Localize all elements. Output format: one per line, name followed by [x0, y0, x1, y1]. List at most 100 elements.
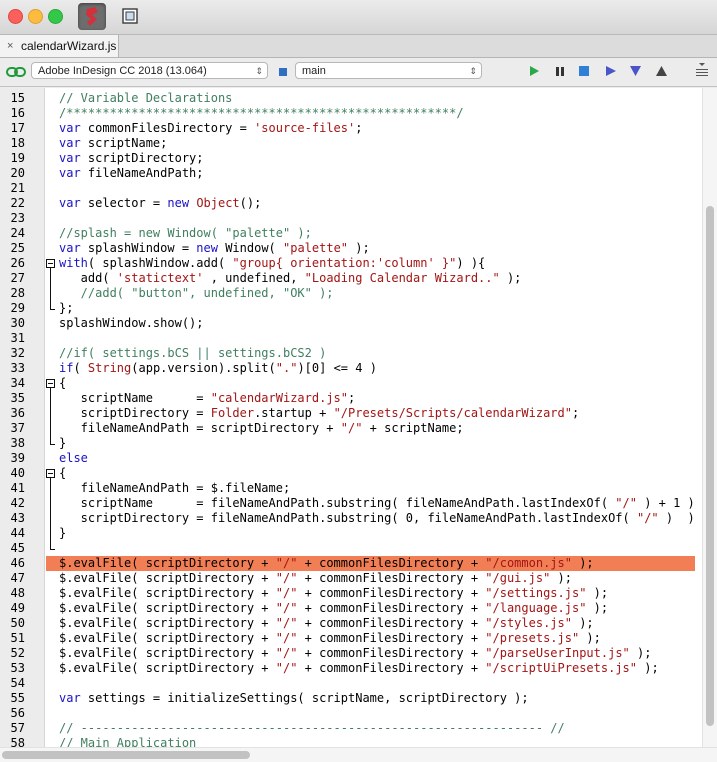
code-line[interactable]: 16 /*************************************…: [0, 106, 700, 121]
code-text: $.evalFile( scriptDirectory + "/" + comm…: [59, 571, 572, 585]
code-line[interactable]: 44}: [0, 526, 700, 541]
engine-select[interactable]: main ⇕: [295, 62, 482, 79]
code-line[interactable]: 15 // Variable Declarations: [0, 91, 700, 106]
line-number: 45: [10, 541, 25, 555]
fold-guide: [50, 481, 51, 496]
code-line[interactable]: 53 $.evalFile( scriptDirectory + "/" + co…: [0, 661, 700, 676]
code-line[interactable]: 20 var fileNameAndPath;: [0, 166, 700, 181]
target-application-select[interactable]: Adobe InDesign CC 2018 (13.064) ⇕: [31, 62, 268, 79]
code-text: scriptName = fileNameAndPath.substring( …: [59, 496, 695, 510]
code-line[interactable]: 37 fileNameAndPath = scriptDirectory + "…: [0, 421, 700, 436]
code-line[interactable]: 25 var splashWindow = new Window( "palett…: [0, 241, 700, 256]
line-number: 17: [10, 121, 25, 135]
engine-icon: [279, 68, 287, 76]
code-text: if( String(app.version).split(".")[0] <=…: [59, 361, 377, 375]
tab-calendarwizard[interactable]: × calendarWizard.js: [0, 35, 119, 57]
code-line[interactable]: 54: [0, 676, 700, 691]
code-line[interactable]: 46 $.evalFile( scriptDirectory + "/" + co…: [0, 556, 700, 571]
code-line[interactable]: 31: [0, 331, 700, 346]
close-tab-icon[interactable]: ×: [7, 35, 13, 57]
line-number: 35: [10, 391, 25, 405]
line-number: 44: [10, 526, 25, 540]
code-line[interactable]: 56: [0, 706, 700, 721]
code-line[interactable]: 29};: [0, 301, 700, 316]
code-line[interactable]: 52 $.evalFile( scriptDirectory + "/" + co…: [0, 646, 700, 661]
target-application-value: Adobe InDesign CC 2018 (13.064): [38, 65, 207, 77]
code-line[interactable]: 18 var scriptName;: [0, 136, 700, 151]
code-editor[interactable]: 15 // Variable Declarations 16 /***********…: [0, 88, 717, 762]
panel-menu-icon[interactable]: [695, 61, 709, 81]
code-text: }: [59, 436, 67, 450]
code-line[interactable]: 45: [0, 541, 700, 556]
code-line[interactable]: 19 var scriptDirectory;: [0, 151, 700, 166]
code-line[interactable]: 35 scriptName = "calendarWizard.js";: [0, 391, 700, 406]
code-line[interactable]: 27 add( 'statictext' , undefined, "Loadi…: [0, 271, 700, 286]
code-line[interactable]: 48 $.evalFile( scriptDirectory + "/" + co…: [0, 586, 700, 601]
code-line[interactable]: 47 $.evalFile( scriptDirectory + "/" + co…: [0, 571, 700, 586]
code-text: var fileNameAndPath;: [59, 166, 204, 180]
step-over-icon[interactable]: [605, 65, 617, 77]
fold-toggle-icon[interactable]: [46, 469, 55, 478]
chevron-updown-icon: ⇕: [469, 66, 477, 76]
link-icon[interactable]: [6, 66, 26, 78]
close-window-button[interactable]: [8, 9, 23, 24]
line-number: 32: [10, 346, 25, 360]
fold-toggle-icon[interactable]: [46, 379, 55, 388]
line-number: 50: [10, 616, 25, 630]
code-line[interactable]: 40 {: [0, 466, 700, 481]
zoom-window-button[interactable]: [48, 9, 63, 24]
step-into-icon[interactable]: [629, 65, 642, 77]
code-line[interactable]: 39 else: [0, 451, 700, 466]
fold-toggle-icon[interactable]: [46, 259, 55, 268]
code-text: $.evalFile( scriptDirectory + "/" + comm…: [59, 601, 609, 615]
panels-icon: [122, 8, 138, 24]
line-number: 51: [10, 631, 25, 645]
fold-guide: [50, 436, 51, 444]
code-line[interactable]: 38}: [0, 436, 700, 451]
horizontal-scrollbar[interactable]: [0, 747, 717, 762]
line-number: 55: [10, 691, 25, 705]
panels-toggle-button[interactable]: [116, 3, 144, 30]
pause-icon[interactable]: [554, 65, 566, 77]
code-line[interactable]: 28 //add( "button", undefined, "OK" );: [0, 286, 700, 301]
code-line[interactable]: 33 if( String(app.version).split(".")[0] …: [0, 361, 700, 376]
extendscript-app-button[interactable]: [78, 3, 106, 30]
code-line[interactable]: 55 var settings = initializeSettings( scr…: [0, 691, 700, 706]
code-line[interactable]: 34 {: [0, 376, 700, 391]
code-text: $.evalFile( scriptDirectory + "/" + comm…: [59, 556, 594, 570]
code-line[interactable]: 26 with( splashWindow.add( "group{ orient…: [0, 256, 700, 271]
step-out-icon[interactable]: [655, 65, 668, 77]
code-text: {: [59, 376, 67, 390]
line-number: 23: [10, 211, 25, 225]
document-tab-bar: × calendarWizard.js: [0, 35, 717, 58]
code-line[interactable]: 21: [0, 181, 700, 196]
code-line[interactable]: 50 $.evalFile( scriptDirectory + "/" + co…: [0, 616, 700, 631]
line-number: 18: [10, 136, 25, 150]
code-line[interactable]: 23: [0, 211, 700, 226]
code-line[interactable]: 17 var commonFilesDirectory = 'source-fil…: [0, 121, 700, 136]
code-text: fileNameAndPath = scriptDirectory + "/" …: [59, 421, 464, 435]
code-line[interactable]: 51 $.evalFile( scriptDirectory + "/" + co…: [0, 631, 700, 646]
code-text: with( splashWindow.add( "group{ orientat…: [59, 256, 486, 270]
horizontal-scroll-thumb[interactable]: [2, 751, 250, 759]
code-line[interactable]: 41 fileNameAndPath = $.fileName;: [0, 481, 700, 496]
run-icon[interactable]: [528, 65, 540, 77]
line-number: 43: [10, 511, 25, 525]
code-text: $.evalFile( scriptDirectory + "/" + comm…: [59, 661, 659, 675]
code-line[interactable]: 32 //if( settings.bCS || settings.bCS2 ): [0, 346, 700, 361]
fold-guide: [50, 511, 51, 526]
code-line[interactable]: 30 splashWindow.show();: [0, 316, 700, 331]
code-line[interactable]: 43 scriptDirectory = fileNameAndPath.sub…: [0, 511, 700, 526]
code-line[interactable]: 24 //splash = new Window( "palette" );: [0, 226, 700, 241]
line-number: 42: [10, 496, 25, 510]
vertical-scroll-thumb[interactable]: [706, 206, 714, 726]
minimize-window-button[interactable]: [28, 9, 43, 24]
code-line[interactable]: 22 var selector = new Object();: [0, 196, 700, 211]
code-line[interactable]: 57 // -----------------------------------…: [0, 721, 700, 736]
code-line[interactable]: 49 $.evalFile( scriptDirectory + "/" + co…: [0, 601, 700, 616]
code-line[interactable]: 36 scriptDirectory = Folder.startup + "/…: [0, 406, 700, 421]
fold-guide: [50, 406, 51, 421]
code-line[interactable]: 42 scriptName = fileNameAndPath.substrin…: [0, 496, 700, 511]
stop-icon[interactable]: [578, 65, 590, 77]
vertical-scrollbar[interactable]: [702, 88, 717, 748]
